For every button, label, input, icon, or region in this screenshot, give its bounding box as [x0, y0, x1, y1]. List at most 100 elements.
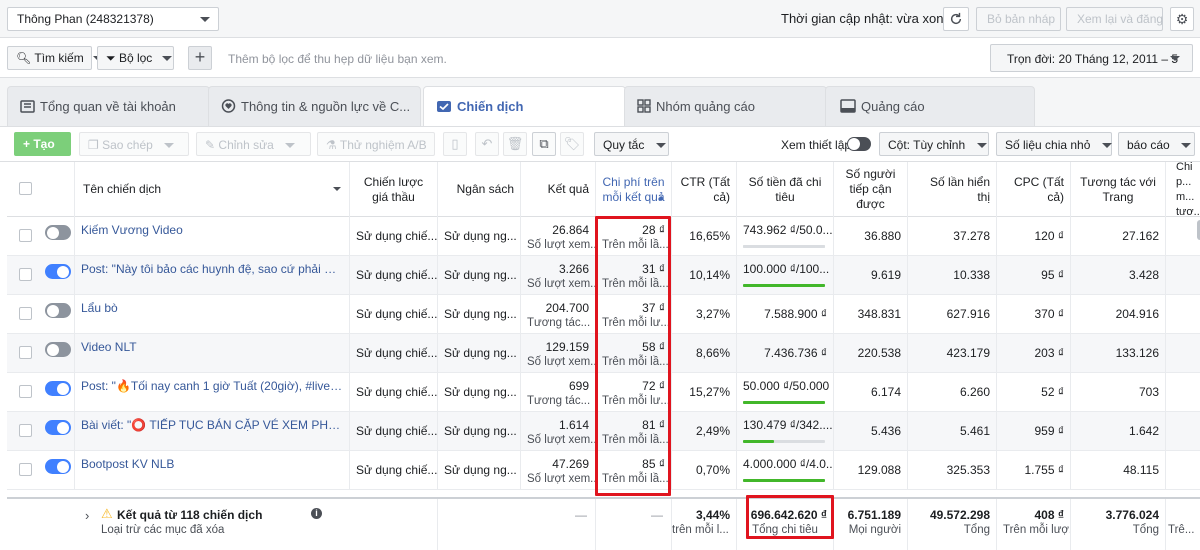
campaign-status-toggle[interactable] — [45, 225, 71, 240]
filter-dropdown[interactable]: ⏷ Bộ lọc — [97, 46, 174, 70]
impressions-value: 5.461 — [959, 424, 990, 438]
filter-label: Bộ lọc — [118, 51, 153, 65]
tab-campaigns[interactable]: Chiến dịch — [423, 86, 626, 127]
action-toolbar: + Tạo ❐ Sao chép ✎ Chỉnh sửa ⚗ Thử nghiệ… — [0, 126, 1200, 162]
create-button[interactable]: + Tạo — [14, 132, 71, 156]
select-all-checkbox[interactable] — [19, 182, 32, 195]
chevron-right-icon[interactable]: › — [85, 508, 89, 523]
total-reach-sub: Mọi người — [848, 524, 901, 536]
tab-ads[interactable]: Quảng cáo — [825, 86, 1035, 126]
spent-value: 4.000.000 ₫/4.0... — [743, 457, 834, 471]
campaign-status-toggle[interactable] — [45, 420, 71, 435]
row-checkbox[interactable] — [19, 463, 32, 476]
chevron-down-icon — [1101, 143, 1112, 149]
campaign-name-link[interactable]: Lẩu bò — [81, 301, 343, 315]
total-spent-sub: Tổng chi tiêu — [752, 524, 818, 536]
filter-hint: Thêm bộ lọc để thu hẹp dữ liệu bạn xem. — [228, 52, 447, 66]
warning-icon: ⚠ — [101, 506, 113, 521]
bid-value: Sử dụng chiế... — [356, 268, 438, 282]
date-range-picker[interactable]: Trọn đời: 20 Tháng 12, 2011 – 5 — [990, 44, 1193, 72]
row-checkbox[interactable] — [19, 385, 32, 398]
undo-button[interactable]: ↶ — [475, 132, 499, 156]
review-publish-button[interactable]: Xem lại và đăng — [1066, 7, 1163, 31]
ab-test-button[interactable]: ⚗ Thử nghiệm A/B — [317, 132, 435, 156]
table-row[interactable]: Kiếm Vương Video Sử dụng chiế... Sử dụng n… — [7, 217, 1200, 256]
engagement-value: 204.916 — [1115, 307, 1159, 321]
info-icon[interactable]: i — [311, 508, 322, 519]
total-spent: 696.642.620 ₫ Tổng chi tiêu — [737, 499, 834, 550]
cpc-value: 52 ₫ — [1041, 385, 1064, 399]
table-row[interactable]: Bài viết: "⭕ TIẾP TỤC BÁN CẶP VÉ XEM PHI… — [7, 412, 1200, 451]
engagement-value: 3.428 — [1128, 268, 1159, 282]
spent-cell: 100.000 ₫/100... — [737, 256, 834, 295]
campaign-status-toggle[interactable] — [45, 264, 71, 279]
header-budget[interactable]: Ngân sách — [438, 162, 521, 217]
view-setup-toggle[interactable] — [847, 137, 871, 151]
header-ctr[interactable]: CTR (Tất cả) — [672, 162, 737, 217]
campaign-status-toggle[interactable] — [45, 459, 71, 474]
engagement-cell: 48.115 — [1071, 451, 1166, 490]
tab-campaign-info[interactable]: Thông tin & nguồn lực về C... — [208, 86, 421, 126]
discard-draft-button[interactable]: Bỏ bản nháp — [976, 7, 1061, 31]
budget-cell: Sử dụng ng... — [438, 412, 521, 451]
header-results[interactable]: Kết quả — [521, 162, 596, 217]
account-selector[interactable]: Thông Phan (248321378) — [7, 7, 219, 31]
campaign-name-link[interactable]: Kiếm Vương Video — [81, 223, 343, 237]
row-checkbox[interactable] — [19, 268, 32, 281]
cpc-cell: 1.755 ₫ — [997, 451, 1071, 490]
add-filter-button[interactable]: + — [188, 46, 212, 70]
campaign-status-toggle[interactable] — [45, 381, 71, 396]
cpr-value: 58 ₫ — [642, 340, 665, 354]
budget-cell: Sử dụng ng... — [438, 295, 521, 334]
table-header: Tên chiến dịch Chiến lược giá thầu Ngân … — [7, 162, 1200, 218]
row-checkbox[interactable] — [19, 424, 32, 437]
header-extra[interactable]: Chi p... m... tươ... — [1166, 162, 1200, 218]
breakdown-dropdown[interactable]: Số liệu chia nhỏ — [996, 132, 1112, 156]
results-value: 699 — [568, 379, 589, 393]
columns-dropdown[interactable]: Cột: Tùy chỉnh — [879, 132, 989, 156]
draft-button[interactable]: ▯ — [443, 132, 467, 156]
campaign-name-link[interactable]: Bootpost KV NLB — [81, 457, 343, 471]
reach-value: 9.619 — [870, 268, 901, 282]
table-row[interactable]: Post: "🔥Tối nay canh 1 giờ Tuất (20giờ),… — [7, 373, 1200, 412]
row-checkbox[interactable] — [19, 346, 32, 359]
header-impressions[interactable]: Số lần hiển thị — [908, 162, 997, 217]
reports-dropdown[interactable]: báo cáo — [1118, 132, 1195, 156]
spend-progress-fill — [743, 401, 825, 404]
row-checkbox[interactable] — [19, 307, 32, 320]
tab-ad-sets[interactable]: Nhóm quảng cáo — [624, 86, 827, 126]
row-checkbox[interactable] — [19, 229, 32, 242]
cpr-sub: Trên mỗi lư... — [602, 317, 670, 329]
rules-dropdown[interactable]: Quy tắc — [594, 132, 669, 156]
table-row[interactable]: Video NLT Sử dụng chiế... Sử dụng ng... 129… — [7, 334, 1200, 373]
tag-button[interactable]: 🏷︎ — [560, 132, 584, 156]
campaign-status-toggle[interactable] — [45, 303, 71, 318]
header-name[interactable]: Tên chiến dịch — [75, 162, 350, 217]
copy-button[interactable]: ❐ Sao chép — [79, 132, 189, 156]
tab-account-overview[interactable]: Tổng quan về tài khoản — [7, 86, 210, 126]
refresh-icon — [950, 12, 962, 25]
header-page-engagement[interactable]: Tương tác với Trang — [1071, 162, 1166, 217]
search-dropdown[interactable]: 🔍︎ Tìm kiếm — [7, 46, 104, 70]
header-cost-per-result[interactable]: Chi phí trên mỗi kết quả ▲ — [596, 162, 672, 217]
campaign-status-toggle[interactable] — [45, 342, 71, 357]
header-cpc[interactable]: CPC (Tất cả) — [997, 162, 1071, 217]
table-row[interactable]: Post: "Này tôi bảo các huynh đệ, sao cứ … — [7, 256, 1200, 295]
preview-button[interactable]: ⧉ — [532, 132, 556, 156]
table-row[interactable]: Lẩu bò Sử dụng chiế... Sử dụng ng... 204.70… — [7, 295, 1200, 334]
header-amount-spent[interactable]: Số tiền đã chi tiêu — [737, 162, 834, 217]
header-bid-strategy[interactable]: Chiến lược giá thầu — [350, 162, 438, 217]
columns-label: Cột: Tùy chỉnh — [888, 138, 966, 152]
header-select — [7, 162, 75, 217]
settings-button[interactable]: ⚙ — [1170, 7, 1194, 31]
campaign-name-link[interactable]: Video NLT — [81, 340, 343, 354]
table-row[interactable]: Bootpost KV NLB Sử dụng chiế... Sử dụng ng… — [7, 451, 1200, 490]
campaign-name-link[interactable]: Post: "Này tôi bảo các huynh đệ, sao cứ … — [81, 262, 343, 276]
refresh-button[interactable] — [943, 7, 969, 31]
copy-icon: ❐ — [88, 138, 99, 152]
campaign-name-link[interactable]: Bài viết: "⭕ TIẾP TỤC BÁN CẶP VÉ XEM PHI… — [81, 418, 343, 432]
edit-button[interactable]: ✎ Chỉnh sửa — [196, 132, 311, 156]
delete-button[interactable]: 🗑︎ — [503, 132, 527, 156]
campaign-name-link[interactable]: Post: "🔥Tối nay canh 1 giờ Tuất (20giờ),… — [81, 379, 343, 393]
header-reach[interactable]: Số người tiếp cận được — [834, 162, 908, 217]
